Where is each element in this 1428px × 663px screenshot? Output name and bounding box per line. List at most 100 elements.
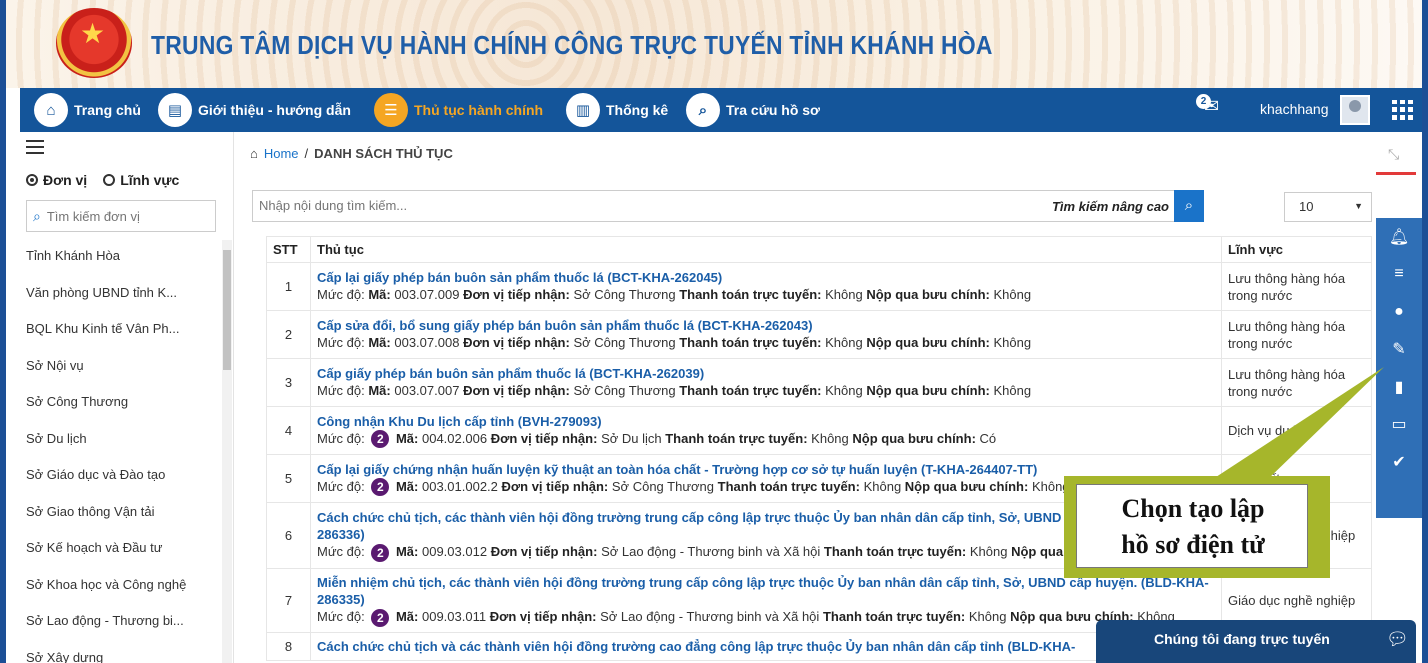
unit-value: Sở Công Thương xyxy=(573,335,676,350)
breadcrumb-home-link[interactable]: Home xyxy=(264,146,299,161)
postal-value: Không xyxy=(993,383,1032,398)
row-stt: 1 xyxy=(266,262,311,311)
procedure-link[interactable]: Cấp giấy phép bán buôn sản phẩm thuốc lá… xyxy=(317,365,1215,382)
row-stt: 3 xyxy=(266,358,311,407)
procedure-link[interactable]: Cách chức chủ tịch và các thành viên hội… xyxy=(317,638,1215,655)
nav-procedures[interactable]: ☰ Thủ tục hành chính xyxy=(374,93,543,127)
database-icon[interactable]: ≡ xyxy=(1376,256,1422,294)
bar-chart-icon: ▥ xyxy=(566,93,600,127)
col-procedure: Thủ tục xyxy=(310,236,1222,263)
sidebar: Đơn vị Lĩnh vực ⌕ Tỉnh Khánh Hòa Văn phò… xyxy=(20,132,234,663)
radio-field[interactable]: Lĩnh vực xyxy=(103,172,179,188)
level-badge: 2 xyxy=(371,478,390,497)
unit-value: Sở Lao động - Thương binh và Xã hội xyxy=(601,544,821,560)
nav-home[interactable]: ⌂ Trang chủ xyxy=(34,93,141,127)
level-label: Mức độ: xyxy=(317,383,365,398)
unit-value: Sở Công Thương xyxy=(611,478,715,494)
unit-item[interactable]: Văn phòng UBND tỉnh K... xyxy=(20,275,220,312)
breadcrumb: ⌂ Home / DANH SÁCH THỦ TỤC xyxy=(250,146,453,161)
table-row[interactable]: 2 Cấp sửa đổi, bổ sung giấy phép bán buôn… xyxy=(266,310,1372,359)
online-pay-label: Thanh toán trực tuyến: xyxy=(679,335,822,350)
site-title: TRUNG TÂM DỊCH VỤ HÀNH CHÍNH CÔNG TRỰC T… xyxy=(151,30,993,60)
code-label: Mã: xyxy=(368,335,391,350)
breadcrumb-separator: / xyxy=(304,146,309,161)
col-stt: STT xyxy=(266,236,311,263)
page-size-select[interactable]: 10 ▼ xyxy=(1284,192,1372,222)
nav-intro[interactable]: ▤ Giới thiệu - hướng dẫn xyxy=(158,93,351,127)
procedure-link[interactable]: Miễn nhiệm chủ tịch, các thành viên hội … xyxy=(317,574,1215,608)
row-procedure: Cấp sửa đổi, bổ sung giấy phép bán buôn … xyxy=(310,310,1222,359)
unit-label: Đơn vị tiếp nhận: xyxy=(463,335,570,350)
online-pay-value: Không xyxy=(811,430,849,446)
radio-checked-icon xyxy=(26,174,38,186)
main-nav: ⌂ Trang chủ ▤ Giới thiệu - hướng dẫn ☰ T… xyxy=(20,88,1422,132)
online-pay-value: Không xyxy=(863,478,902,494)
list-icon: ☰ xyxy=(374,93,408,127)
radio-unit[interactable]: Đơn vị xyxy=(26,172,87,188)
unit-item[interactable]: Sở Công Thương xyxy=(20,384,220,421)
unit-list: Tỉnh Khánh Hòa Văn phòng UBND tỉnh K... … xyxy=(20,238,220,663)
national-emblem-logo: ★ xyxy=(56,8,132,78)
unit-item[interactable]: Sở Du lịch xyxy=(20,421,220,458)
advanced-search-link[interactable]: Tìm kiếm nâng cao xyxy=(1052,199,1169,214)
code-value: 009.03.012 xyxy=(421,544,488,560)
live-chat-bar[interactable]: Chúng tôi đang trực tuyến 💬︎ xyxy=(1096,620,1416,663)
online-pay-value: Không xyxy=(969,544,1008,560)
nav-statistics-label: Thống kê xyxy=(606,102,669,118)
nav-statistics[interactable]: ▥ Thống kê xyxy=(566,93,668,127)
row-field: Lưu thông hàng hóa trong nước xyxy=(1221,310,1372,359)
procedure-link[interactable]: Công nhận Khu Du lịch cấp tỉnh (BVH-2790… xyxy=(317,413,1215,430)
postal-label: Nộp qua bưu chính: xyxy=(866,335,990,350)
postal-label: Nộp qua bưu chính: xyxy=(852,430,976,446)
accent-divider xyxy=(1376,172,1416,175)
row-stt: 4 xyxy=(266,406,311,455)
unit-item[interactable]: Sở Lao động - Thương bi... xyxy=(20,603,220,640)
hamburger-menu-icon[interactable] xyxy=(26,140,44,154)
unit-item[interactable]: Sở Khoa học và Công nghệ xyxy=(20,567,220,604)
row-stt: 8 xyxy=(266,632,311,661)
row-field: Lưu thông hàng hóa trong nước xyxy=(1221,262,1372,311)
avatar[interactable] xyxy=(1340,95,1370,125)
row-procedure: Công nhận Khu Du lịch cấp tỉnh (BVH-2790… xyxy=(310,406,1222,455)
search-icon: ⌕ xyxy=(33,207,41,224)
col-field: Lĩnh vực xyxy=(1221,236,1372,263)
online-pay-label: Thanh toán trực tuyến: xyxy=(665,430,808,446)
online-pay-label: Thanh toán trực tuyến: xyxy=(822,609,966,625)
home-icon[interactable]: ⌂ xyxy=(250,146,258,161)
procedure-meta: Mức độ: Mã: 003.07.009 Đơn vị tiếp nhận:… xyxy=(317,286,1215,304)
unit-search-box: ⌕ xyxy=(26,200,216,232)
page-title: DANH SÁCH THỦ TỤC xyxy=(314,146,453,161)
unit-item[interactable]: Sở Giáo dục và Đào tạo xyxy=(20,457,220,494)
mail-button[interactable]: 2 ✉ xyxy=(1196,94,1219,117)
page-frame: ★ TRUNG TÂM DỊCH VỤ HÀNH CHÍNH CÔNG TRỰC… xyxy=(6,0,1422,663)
header-banner: ★ TRUNG TÂM DỊCH VỤ HÀNH CHÍNH CÔNG TRỰC… xyxy=(6,0,1422,88)
unit-search-input[interactable] xyxy=(46,208,197,224)
code-value: 004.02.006 xyxy=(421,430,488,446)
procedure-link[interactable]: Cấp lại giấy phép bán buôn sản phẩm thuố… xyxy=(317,269,1215,286)
table-row[interactable]: 1 Cấp lại giấy phép bán buôn sản phẩm thu… xyxy=(266,262,1372,311)
search-button[interactable]: ⌕ xyxy=(1174,190,1204,222)
code-value: 003.07.009 xyxy=(394,287,460,302)
level-label: Mức độ: xyxy=(317,430,365,446)
scrollbar-thumb[interactable] xyxy=(223,250,231,370)
edit-icon[interactable]: ✎ xyxy=(1376,331,1422,369)
unit-item[interactable]: Sở Xây dựng xyxy=(20,640,220,663)
unit-item[interactable]: Sở Nội vụ xyxy=(20,348,220,385)
collapse-icon[interactable]: ⤡ xyxy=(1388,146,1399,163)
radio-field-label: Lĩnh vực xyxy=(120,172,180,188)
unit-item[interactable]: Sở Kế hoạch và Đầu tư xyxy=(20,530,220,567)
apps-grid-icon[interactable] xyxy=(1392,100,1414,120)
bell-icon[interactable]: 🔔︎ xyxy=(1376,218,1422,256)
level-badge: 2 xyxy=(371,543,390,562)
unit-item[interactable]: Tỉnh Khánh Hòa xyxy=(20,238,220,275)
nav-lookup[interactable]: ⌕ Tra cứu hồ sơ xyxy=(686,93,820,127)
unit-value: Sở Du lịch xyxy=(601,430,662,446)
search-input[interactable] xyxy=(259,198,959,213)
unit-label: Đơn vị tiếp nhận: xyxy=(490,430,598,446)
unit-item[interactable]: Sở Giao thông Vận tải xyxy=(20,494,220,531)
unit-item[interactable]: BQL Khu Kinh tế Vân Ph... xyxy=(20,311,220,348)
sidebar-scrollbar[interactable] xyxy=(222,240,232,663)
procedure-link[interactable]: Cấp sửa đổi, bổ sung giấy phép bán buôn … xyxy=(317,317,1215,334)
chat-icon[interactable]: ● xyxy=(1376,293,1422,331)
username[interactable]: khachhang xyxy=(1260,101,1329,117)
